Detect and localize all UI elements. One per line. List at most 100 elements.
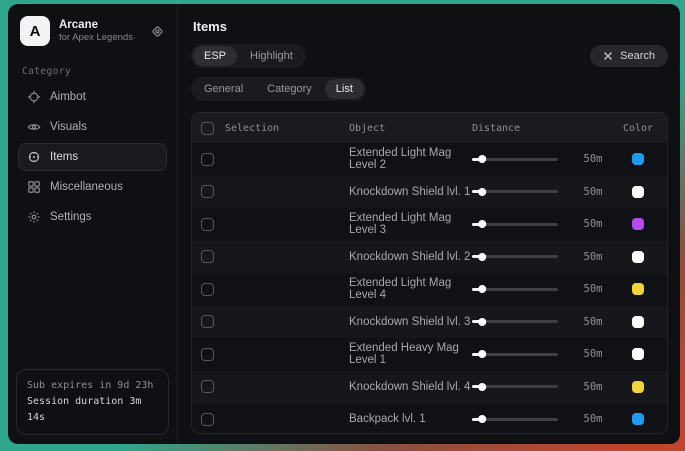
distance-value: 50m <box>568 316 618 328</box>
select-all-checkbox[interactable] <box>201 122 214 135</box>
sidebar-item-label: Aimbot <box>50 91 86 103</box>
tab-highlight[interactable]: Highlight <box>239 46 304 66</box>
distance-slider[interactable] <box>472 190 558 193</box>
distance-value: 50m <box>568 186 618 198</box>
distance-slider[interactable] <box>472 418 558 421</box>
sidebar-item-settings[interactable]: Settings <box>18 203 167 231</box>
row-checkbox[interactable] <box>201 250 214 263</box>
main-panel: Items ESP Highlight Search General Categ… <box>178 4 680 444</box>
distance-slider[interactable] <box>472 288 558 291</box>
column-header-color: Color <box>618 123 658 134</box>
tab-category[interactable]: Category <box>256 79 323 99</box>
object-name: Extended Light Mag Level 2 <box>349 147 472 171</box>
distance-value: 50m <box>568 348 618 360</box>
row-checkbox[interactable] <box>201 283 214 296</box>
table-body: Extended Light Mag Level 2 50m Knockdown… <box>192 143 667 434</box>
distance-slider[interactable] <box>472 320 558 323</box>
column-header-selection: Selection <box>225 123 279 134</box>
app-window: A Arcane for Apex Legends Category <box>8 4 680 444</box>
column-header-object: Object <box>349 123 472 134</box>
search-icon <box>603 51 613 61</box>
row-checkbox[interactable] <box>201 185 214 198</box>
items-table: Selection Object Distance Color Extended… <box>191 112 668 434</box>
object-name: Knockdown Shield lvl. 2 <box>349 251 472 263</box>
sidebar-item-visuals[interactable]: Visuals <box>18 113 167 141</box>
row-checkbox[interactable] <box>201 153 214 166</box>
color-swatch[interactable] <box>632 186 644 198</box>
app-subtitle: for Apex Legends <box>59 32 141 44</box>
sidebar-item-aimbot[interactable]: Aimbot <box>18 83 167 111</box>
object-name: Extended Light Mag Level 3 <box>349 212 472 236</box>
object-name: Extended Light Mag Level 4 <box>349 277 472 301</box>
slider-thumb[interactable] <box>478 415 486 423</box>
color-swatch[interactable] <box>632 251 644 263</box>
distance-slider[interactable] <box>472 158 558 161</box>
view-tabs-row: General Category List <box>191 77 668 101</box>
slider-thumb[interactable] <box>478 253 486 261</box>
distance-value: 50m <box>568 381 618 393</box>
object-name: Knockdown Shield lvl. 3 <box>349 316 472 328</box>
distance-slider[interactable] <box>472 353 558 356</box>
object-name: Knockdown Shield lvl. 4 <box>349 381 472 393</box>
object-name: Backpack lvl. 1 <box>349 413 472 425</box>
color-swatch[interactable] <box>632 153 644 165</box>
slider-thumb[interactable] <box>478 383 486 391</box>
sidebar-item-label: Visuals <box>50 121 87 133</box>
sidebar-item-label: Settings <box>50 211 92 223</box>
slider-thumb[interactable] <box>478 350 486 358</box>
slider-thumb[interactable] <box>478 285 486 293</box>
tab-general[interactable]: General <box>193 79 254 99</box>
tab-esp[interactable]: ESP <box>193 46 237 66</box>
column-header-distance: Distance <box>472 123 568 134</box>
color-swatch[interactable] <box>632 316 644 328</box>
sidebar-item-miscellaneous[interactable]: Miscellaneous <box>18 173 167 201</box>
mode-tabs: ESP Highlight <box>191 44 306 68</box>
sidebar-item-label: Items <box>50 151 78 163</box>
table-row: Extended Light Mag Level 4 50m <box>192 273 667 306</box>
distance-slider[interactable] <box>472 385 558 388</box>
color-swatch[interactable] <box>632 218 644 230</box>
grid-icon <box>27 180 41 194</box>
row-checkbox[interactable] <box>201 380 214 393</box>
crosshair-icon <box>27 90 41 104</box>
row-checkbox[interactable] <box>201 315 214 328</box>
table-row: Extended Heavy Mag Level 1 50m <box>192 338 667 371</box>
distance-value: 50m <box>568 251 618 263</box>
color-swatch[interactable] <box>632 283 644 295</box>
gear-icon <box>27 210 41 224</box>
toolbar: ESP Highlight Search <box>191 44 668 68</box>
page-title: Items <box>191 17 668 44</box>
color-swatch[interactable] <box>632 348 644 360</box>
app-name: Arcane <box>59 18 141 32</box>
search-button-label: Search <box>620 50 655 62</box>
row-checkbox[interactable] <box>201 413 214 426</box>
app-header: A Arcane for Apex Legends <box>18 14 167 58</box>
table-row: Knockdown Shield lvl. 4 50m <box>192 371 667 404</box>
sidebar-item-items[interactable]: Items <box>18 143 167 171</box>
slider-thumb[interactable] <box>478 188 486 196</box>
session-duration-text: Session duration 3m 14s <box>27 394 158 426</box>
view-tabs: General Category List <box>191 77 366 101</box>
object-name: Knockdown Shield lvl. 1 <box>349 186 472 198</box>
slider-thumb[interactable] <box>478 318 486 326</box>
table-row: Knockdown Shield lvl. 3 50m <box>192 306 667 339</box>
table-row: Backpack lvl. 1 50m <box>192 403 667 434</box>
target-icon <box>27 150 41 164</box>
slider-thumb[interactable] <box>478 220 486 228</box>
distance-slider[interactable] <box>472 223 558 226</box>
object-name: Extended Heavy Mag Level 1 <box>349 342 472 366</box>
gem-icon[interactable] <box>150 24 165 39</box>
slider-thumb[interactable] <box>478 155 486 163</box>
color-swatch[interactable] <box>632 413 644 425</box>
table-row: Extended Light Mag Level 2 50m <box>192 143 667 176</box>
eye-icon <box>27 120 41 134</box>
color-swatch[interactable] <box>632 381 644 393</box>
search-button[interactable]: Search <box>590 45 668 67</box>
distance-slider[interactable] <box>472 255 558 258</box>
tab-list[interactable]: List <box>325 79 364 99</box>
row-checkbox[interactable] <box>201 218 214 231</box>
app-logo: A <box>20 16 50 46</box>
row-checkbox[interactable] <box>201 348 214 361</box>
session-info-box: Sub expires in 9d 23h Session duration 3… <box>16 369 169 435</box>
distance-value: 50m <box>568 153 618 165</box>
